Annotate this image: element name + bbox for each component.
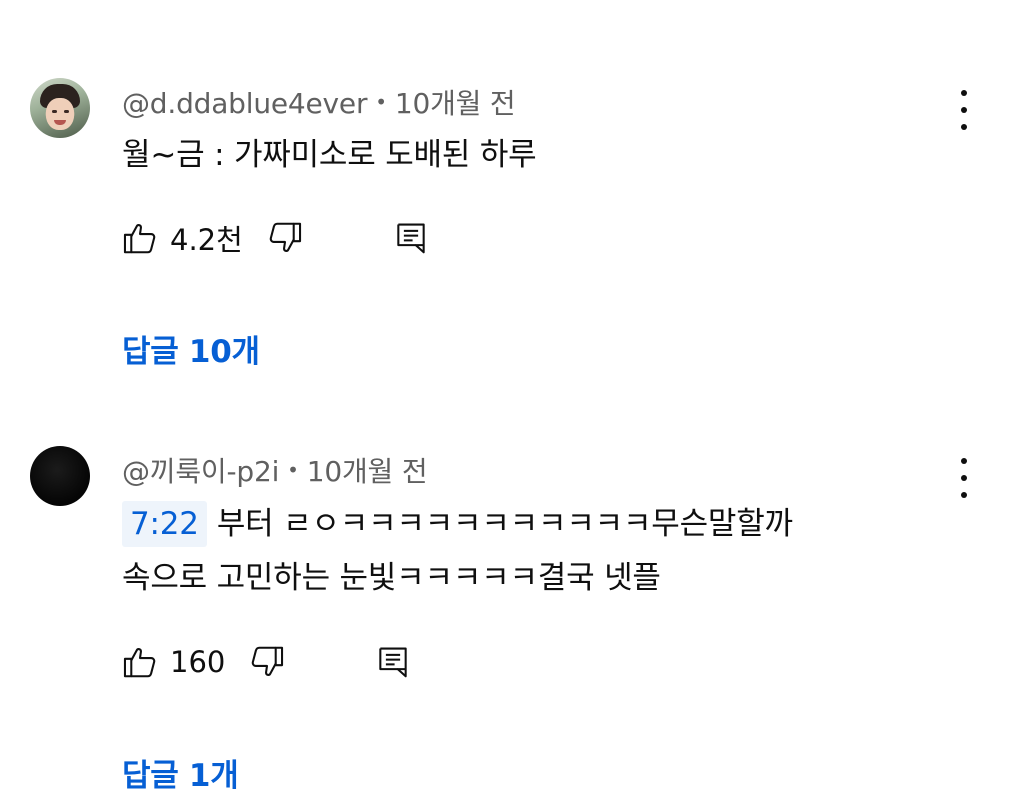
view-replies-link[interactable]: 답글 10개 [122,326,260,371]
comment-meta: @d.ddablue4ever • 10개월 전 [122,82,516,122]
kebab-dot [961,107,967,113]
like-count: 4.2천 [170,223,243,257]
avatar-eye [64,110,69,113]
avatar-face [46,98,74,130]
author-avatar[interactable] [30,446,90,506]
reply-comment-icon [397,223,425,254]
kebab-dot [961,475,967,481]
dislike-button[interactable] [247,642,287,682]
more-vertical-icon[interactable] [950,458,978,498]
reply-comment-icon [379,647,408,678]
like-button[interactable] [120,642,160,682]
kebab-dot [961,90,967,96]
reply-button[interactable] [391,218,431,258]
kebab-dot [961,458,967,464]
thumbs-up-icon [123,224,156,254]
comment-text-line: 7:22 부터 ㄹㅇㅋㅋㅋㅋㅋㅋㅋㅋㅋㅋㅋ무슨말할까 [122,497,793,551]
comment-text-line: 월~금 : 가짜미소로 도배된 하루 [122,137,537,173]
meta-separator: • [287,458,299,482]
like-button[interactable] [120,218,160,258]
author-handle[interactable]: @d.ddablue4ever [122,87,367,120]
like-count: 160 [170,645,226,679]
view-replies-link[interactable]: 답글 1개 [122,750,239,795]
dislike-button[interactable] [265,218,305,258]
thumbs-down-icon [269,222,301,252]
comment-text-fragment: 부터 ㄹㅇㅋㅋㅋㅋㅋㅋㅋㅋㅋㅋㅋ무슨말할까 [216,506,793,542]
comment-time: 10개월 전 [394,87,516,120]
comment-meta: @끼룩이-p2i • 10개월 전 [122,450,428,490]
video-timestamp-link[interactable]: 7:22 [122,501,207,547]
author-avatar[interactable] [30,78,90,138]
kebab-dot [961,124,967,130]
kebab-dot [961,492,967,498]
comment-time: 10개월 전 [306,455,428,488]
more-vertical-icon[interactable] [950,90,978,130]
author-handle[interactable]: @끼룩이-p2i [122,455,279,488]
comment-text: 7:22 부터 ㄹㅇㅋㅋㅋㅋㅋㅋㅋㅋㅋㅋㅋ무슨말할까 속으로 고민하는 눈빛ㅋㅋㅋ… [122,497,793,605]
comment-text-line: 속으로 고민하는 눈빛ㅋㅋㅋㅋㅋ결국 넷플 [122,560,661,596]
thumbs-down-icon [252,646,284,676]
comment-actions: 4.2천 [120,218,431,258]
meta-separator: • [375,90,387,114]
avatar-eye [52,110,57,113]
reply-button[interactable] [373,642,413,682]
comment-text: 월~금 : 가짜미소로 도배된 하루 [122,128,537,182]
thumbs-up-icon [123,648,156,678]
comment-actions: 160 [120,642,413,682]
